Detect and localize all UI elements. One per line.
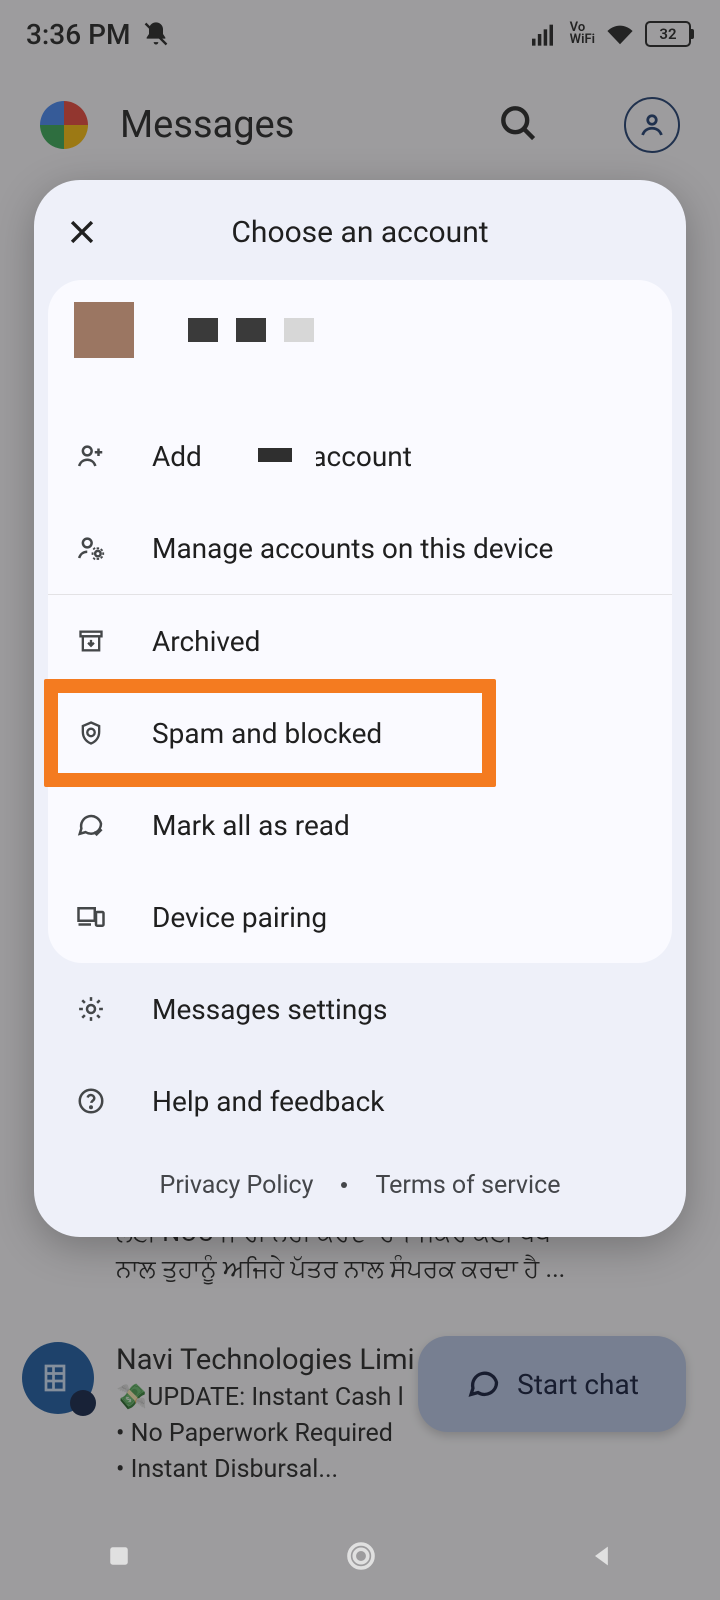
help-feedback-label: Help and feedback [152, 1085, 384, 1118]
separator-dot [341, 1182, 347, 1188]
system-nav-bar [0, 1512, 720, 1600]
devices-icon [74, 902, 108, 932]
annotation-highlight [44, 679, 496, 787]
person-add-icon [74, 441, 108, 471]
archived-row[interactable]: Archived [48, 595, 672, 687]
current-account-row[interactable] [48, 280, 672, 410]
dialog-title: Choose an account [108, 215, 664, 250]
archived-label: Archived [152, 625, 260, 658]
device-pairing-row[interactable]: Device pairing [48, 871, 672, 963]
add-account-row[interactable]: Add another account [48, 410, 672, 502]
account-photo-placeholder [74, 302, 134, 358]
settings-row[interactable]: Messages settings [34, 963, 686, 1055]
back-button[interactable] [588, 1542, 616, 1570]
device-pairing-label: Device pairing [152, 901, 327, 934]
person-gear-icon [74, 533, 108, 563]
privacy-policy-link[interactable]: Privacy Policy [160, 1171, 314, 1200]
help-feedback-row[interactable]: Help and feedback [34, 1055, 686, 1147]
recents-button[interactable] [104, 1541, 134, 1571]
manage-accounts-row[interactable]: Manage accounts on this device [48, 502, 672, 594]
archive-icon [74, 627, 108, 655]
gear-icon [74, 994, 108, 1024]
redacted-account-name [188, 318, 314, 342]
settings-label: Messages settings [152, 993, 387, 1026]
mark-all-read-row[interactable]: Mark all as read [48, 779, 672, 871]
home-button[interactable] [343, 1538, 379, 1574]
manage-accounts-label: Manage accounts on this device [152, 532, 553, 565]
close-button[interactable] [56, 206, 108, 258]
mark-all-read-label: Mark all as read [152, 809, 350, 842]
account-dialog: Choose an account Add another account Ma… [34, 180, 686, 1237]
chat-check-icon [74, 810, 108, 840]
terms-link[interactable]: Terms of service [375, 1171, 560, 1200]
help-icon [74, 1086, 108, 1116]
